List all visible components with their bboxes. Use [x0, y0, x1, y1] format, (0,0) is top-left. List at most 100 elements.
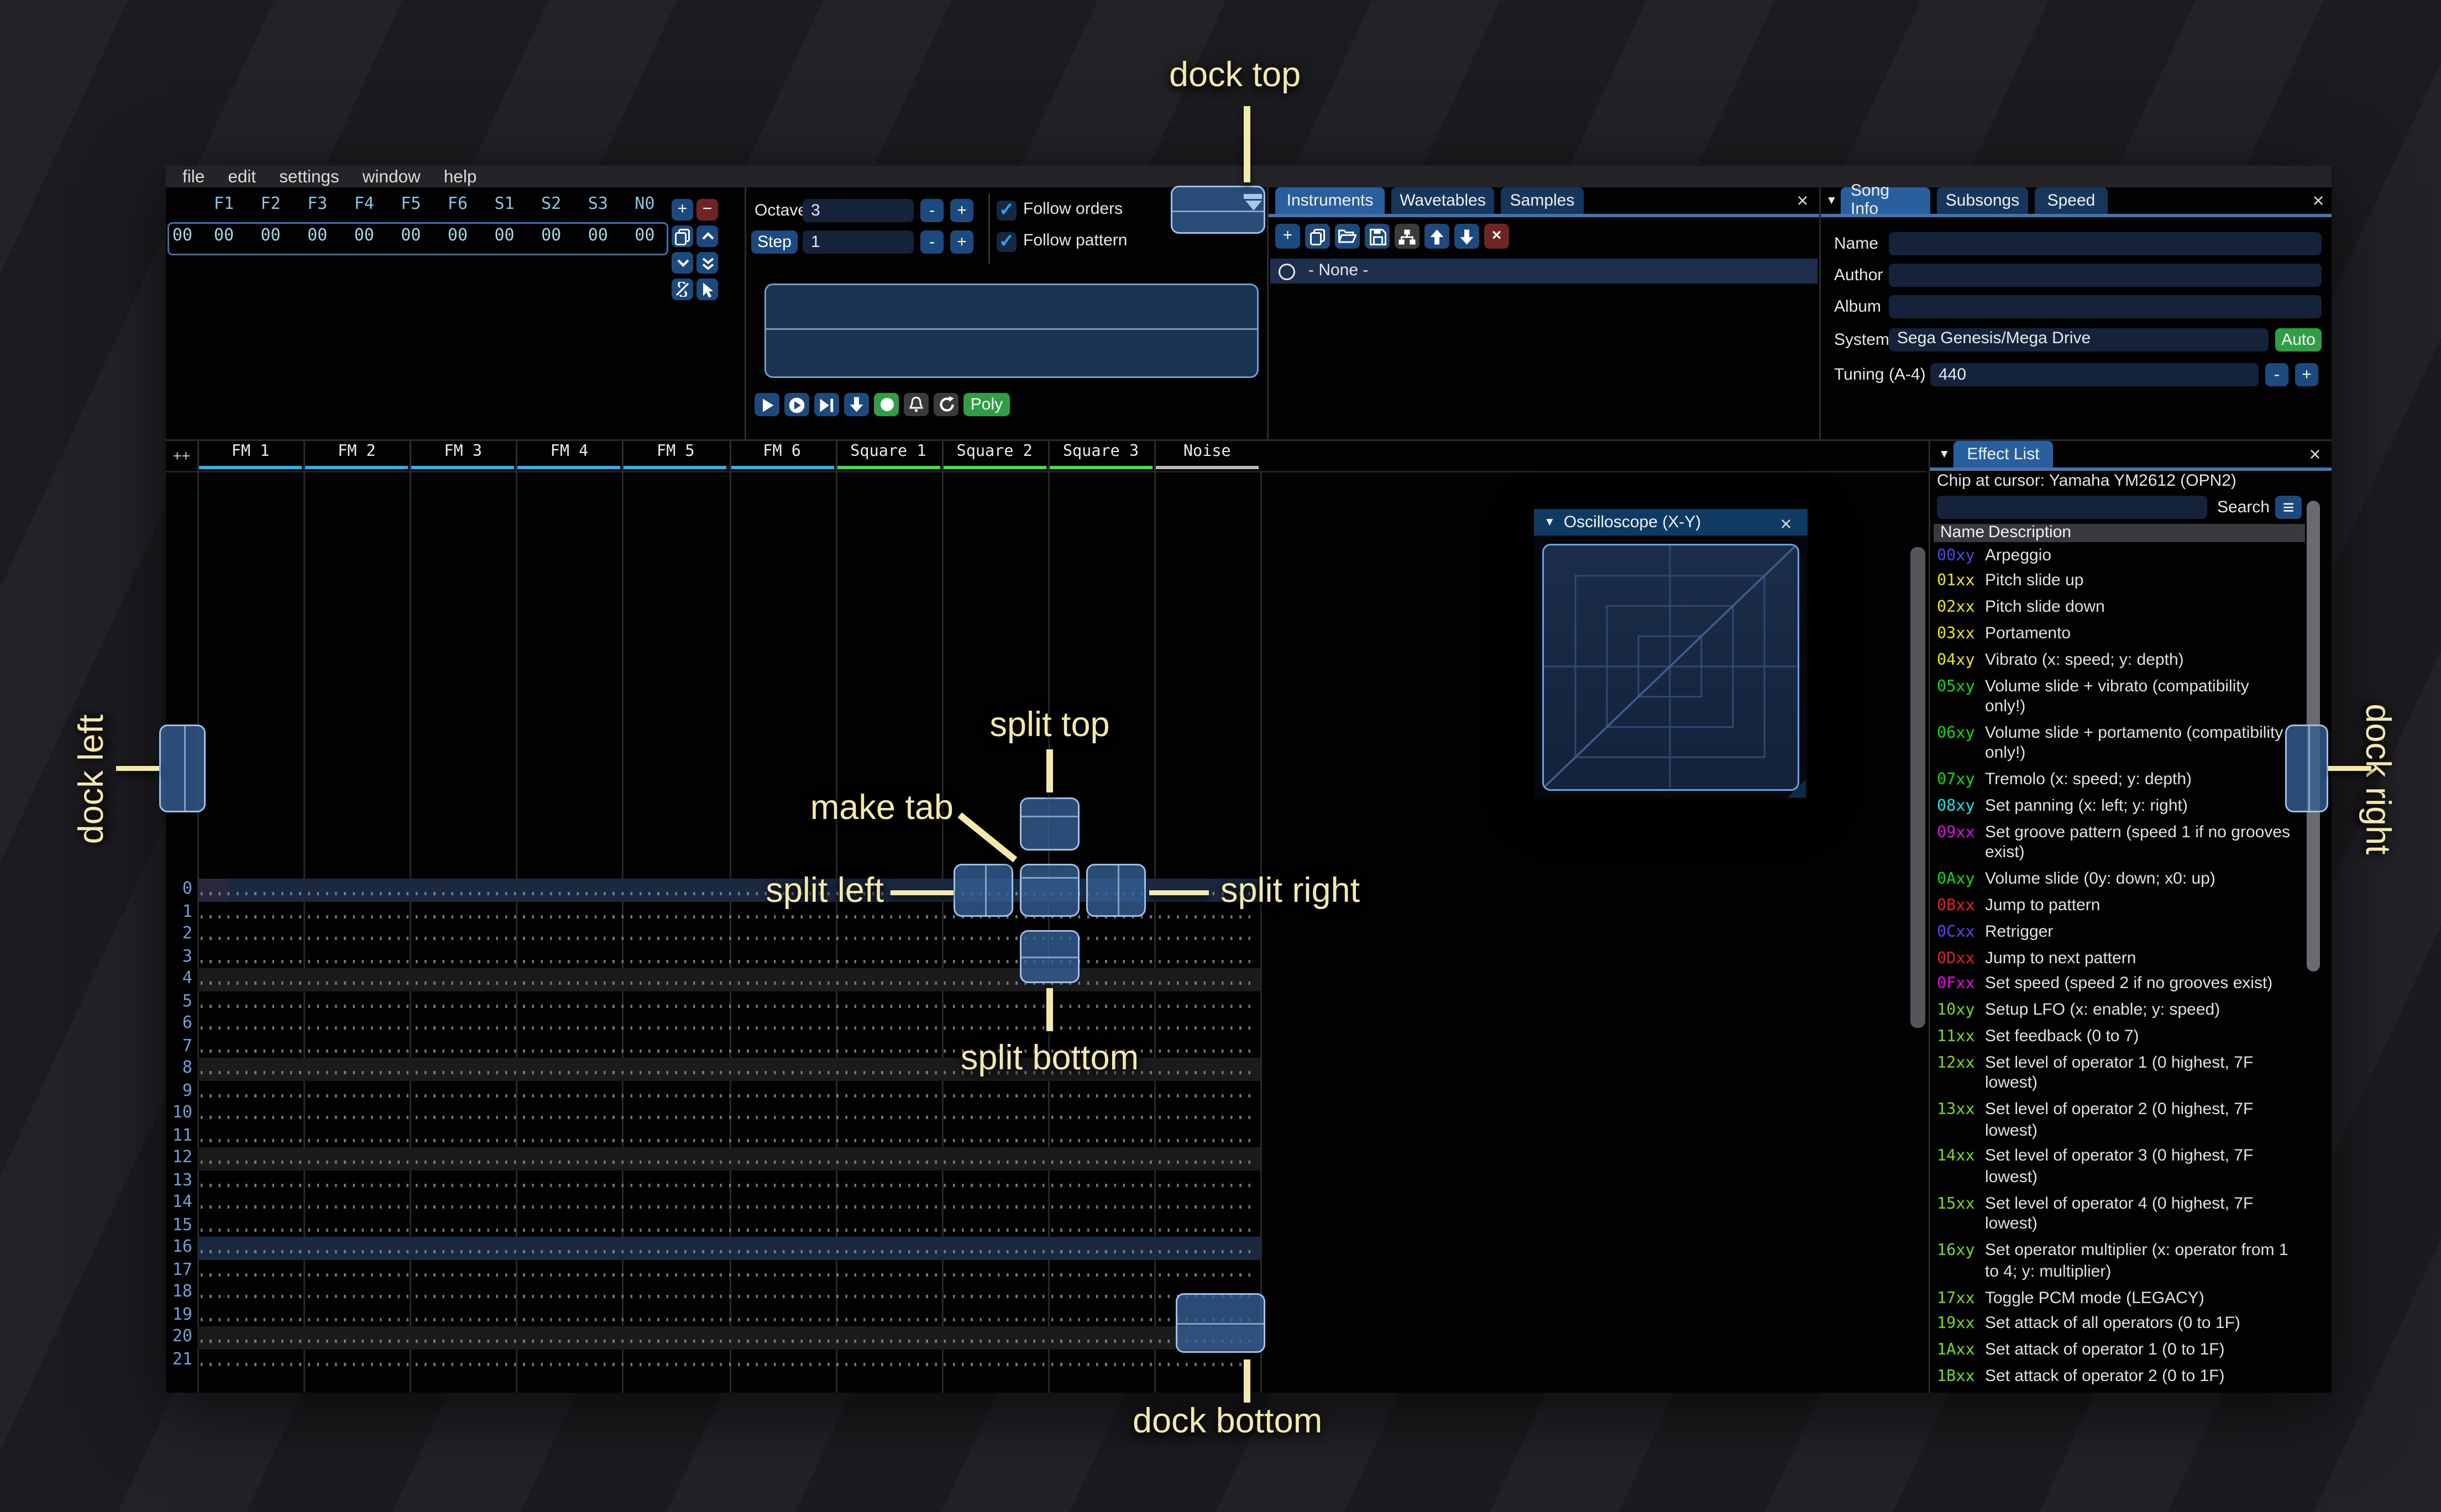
effect-row-15xx[interactable]: 15xx Set level of operator 4 (0 highest, …: [1930, 1193, 2322, 1240]
pattern-row-10[interactable]: 10: [166, 1102, 1927, 1125]
effect-row-11xx[interactable]: 11xx Set feedback (0 to 7): [1930, 1025, 2322, 1051]
instrument-delete-button[interactable]: ×: [1484, 224, 1509, 249]
tab-subsongs[interactable]: Subsongs: [1937, 187, 2028, 214]
effect-row-03xx[interactable]: 03xx Portamento: [1930, 622, 2322, 648]
order-value[interactable]: 00: [434, 227, 481, 245]
effect-row-0Axy[interactable]: 0Axy Volume slide (0y: down; x0: up): [1930, 868, 2322, 894]
pattern-expand-button[interactable]: ++: [166, 441, 197, 471]
channel-header-fm-6[interactable]: FM 6: [729, 441, 835, 471]
effect-row-02xx[interactable]: 02xx Pitch slide down: [1930, 596, 2322, 622]
record-button[interactable]: [874, 393, 899, 416]
follow-pattern-checkbox[interactable]: ✓: [997, 232, 1017, 252]
effect-row-1Cxx[interactable]: 1CxxSet attack of operator 3 (0 to 1F): [1930, 1391, 2322, 1393]
metronome-button[interactable]: [904, 393, 929, 416]
tab-samples[interactable]: Samples: [1501, 187, 1584, 214]
step-increase-button[interactable]: +: [950, 230, 973, 254]
effect-row-07xy[interactable]: 07xy Tremolo (x: speed; y: depth): [1930, 769, 2322, 795]
order-edit-mode-button[interactable]: [696, 279, 718, 300]
system-select[interactable]: Sega Genesis/Mega Drive: [1889, 328, 2269, 351]
effect-row-13xx[interactable]: 13xx Set level of operator 2 (0 highest, …: [1930, 1098, 2322, 1145]
order-value[interactable]: 00: [294, 227, 341, 245]
split-target-bottom[interactable]: [1020, 929, 1080, 983]
tuning-increase-button[interactable]: +: [2295, 363, 2318, 386]
octave-input[interactable]: [803, 199, 914, 222]
dock-target-bottom[interactable]: [1176, 1293, 1265, 1353]
effect-row-0Bxx[interactable]: 0Bxx Jump to pattern: [1930, 894, 2322, 920]
effect-row-0Fxx[interactable]: 0Fxx Set speed (speed 2 if no grooves exi…: [1930, 973, 2322, 999]
order-value[interactable]: 00: [481, 227, 528, 245]
channel-header-square-3[interactable]: Square 3: [1047, 441, 1154, 471]
instrument-move-up-button[interactable]: [1424, 224, 1449, 249]
split-target-top[interactable]: [1020, 796, 1080, 850]
dock-target-left[interactable]: [159, 725, 206, 812]
song-album-input[interactable]: [1889, 295, 2322, 318]
effect-row-19xx[interactable]: 19xx Set attack of all operators (0 to 1F…: [1930, 1313, 2322, 1338]
menu-file[interactable]: file: [182, 167, 205, 187]
instrument-list-item[interactable]: - None -: [1270, 259, 1817, 284]
order-move-down-button[interactable]: [672, 252, 693, 274]
tab-effect-list[interactable]: Effect List: [1953, 441, 2053, 468]
play-from-beginning-button[interactable]: [784, 393, 809, 416]
channel-header-noise[interactable]: Noise: [1154, 441, 1260, 471]
effect-row-16xy[interactable]: 16xy Set operator multiplier (x: operator…: [1930, 1240, 2322, 1287]
order-move-up-button[interactable]: [696, 225, 718, 247]
song-name-input[interactable]: [1889, 232, 2322, 255]
play-button[interactable]: [755, 393, 779, 416]
effect-row-10xy[interactable]: 10xy Setup LFO (x: enable; y: speed): [1930, 999, 2322, 1025]
poly-button[interactable]: Poly: [963, 393, 1010, 416]
tab-speed[interactable]: Speed: [2035, 187, 2108, 214]
oscilloscope-titlebar[interactable]: ▼ Oscilloscope (X-Y) ×: [1534, 509, 1808, 536]
pattern-row-14[interactable]: 14: [166, 1192, 1927, 1215]
effect-row-12xx[interactable]: 12xx Set level of operator 1 (0 highest, …: [1930, 1051, 2322, 1098]
octave-decrease-button[interactable]: -: [920, 199, 944, 222]
instrument-folder-tree-button[interactable]: [1395, 224, 1419, 249]
channel-header-fm-5[interactable]: FM 5: [622, 441, 729, 471]
menu-window[interactable]: window: [363, 167, 421, 187]
order-value[interactable]: 00: [621, 227, 668, 245]
tab-instruments[interactable]: Instruments: [1275, 187, 1385, 214]
channel-header-fm-4[interactable]: FM 4: [516, 441, 622, 471]
order-duplicate-end-button[interactable]: [696, 252, 718, 274]
pattern-row-20[interactable]: 20: [166, 1326, 1927, 1349]
instrument-move-down-button[interactable]: [1454, 224, 1479, 249]
instrument-open-button[interactable]: [1335, 224, 1360, 249]
effect-row-09xx[interactable]: 09xx Set groove pattern (speed 1 if no gr…: [1930, 821, 2322, 868]
effect-search-input[interactable]: [1937, 496, 2207, 519]
dock-target-right[interactable]: [2285, 725, 2328, 812]
step-label[interactable]: Step: [751, 230, 798, 254]
effect-row-01xx[interactable]: 01xx Pitch slide up: [1930, 570, 2322, 596]
close-icon[interactable]: ×: [2308, 188, 2328, 212]
pattern-row-16[interactable]: 16: [166, 1237, 1927, 1259]
pattern-row-12[interactable]: 12: [166, 1147, 1927, 1170]
dock-target-top[interactable]: [1171, 186, 1265, 234]
menu-settings[interactable]: settings: [279, 167, 339, 187]
pattern-row-13[interactable]: 13: [166, 1170, 1927, 1193]
effect-row-1Bxx[interactable]: 1Bxx Set attack of operator 2 (0 to 1F): [1930, 1365, 2322, 1391]
pattern-vertical-scrollbar[interactable]: [1910, 547, 1925, 1028]
effect-row-1Axx[interactable]: 1Axx Set attack of operator 1 (0 to 1F): [1930, 1339, 2322, 1365]
pattern-row-18[interactable]: 18: [166, 1282, 1927, 1304]
close-icon[interactable]: ×: [2305, 442, 2325, 465]
repeat-pattern-button[interactable]: [934, 393, 958, 416]
effect-row-0Dxx[interactable]: 0Dxx Jump to next pattern: [1930, 947, 2322, 973]
order-value[interactable]: 00: [528, 227, 574, 245]
close-icon[interactable]: ×: [1793, 188, 1813, 212]
effect-row-14xx[interactable]: 14xx Set level of operator 3 (0 highest, …: [1930, 1145, 2322, 1192]
effect-list-menu-button[interactable]: ≡: [2275, 496, 2302, 519]
channel-header-fm-2[interactable]: FM 2: [303, 441, 410, 471]
make-tab-target[interactable]: [1020, 863, 1080, 916]
pattern-row-17[interactable]: 17: [166, 1259, 1927, 1282]
pattern-row-9[interactable]: 9: [166, 1080, 1927, 1103]
effect-row-0Cxx[interactable]: 0Cxx Retrigger: [1930, 920, 2322, 946]
play-one-row-button[interactable]: [814, 393, 839, 416]
step-input[interactable]: [803, 230, 914, 254]
channel-header-fm-1[interactable]: FM 1: [197, 441, 303, 471]
channel-header-square-1[interactable]: Square 1: [835, 441, 941, 471]
order-value[interactable]: 00: [201, 227, 247, 245]
pattern-row-19[interactable]: 19: [166, 1304, 1927, 1327]
order-value[interactable]: 00: [387, 227, 434, 245]
effect-row-04xy[interactable]: 04xy Vibrato (x: speed; y: depth): [1930, 648, 2322, 674]
instrument-duplicate-button[interactable]: [1305, 224, 1330, 249]
step-row-button[interactable]: [844, 393, 869, 416]
octave-increase-button[interactable]: +: [950, 199, 973, 222]
